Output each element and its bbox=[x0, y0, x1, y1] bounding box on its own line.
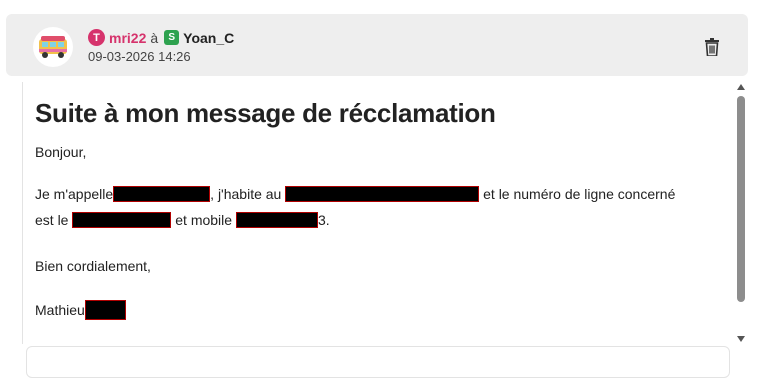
body-line-1: Je m'appelle , j'habite au et le numéro d… bbox=[35, 186, 675, 202]
preposition: à bbox=[150, 29, 159, 46]
recipient-rank-badge: S bbox=[164, 30, 180, 45]
next-message-card bbox=[26, 346, 730, 378]
redacted-address bbox=[285, 186, 480, 202]
van-avatar-icon bbox=[39, 36, 67, 58]
redacted-name bbox=[113, 186, 211, 202]
scrollbar[interactable] bbox=[735, 82, 747, 344]
redacted-surname bbox=[84, 300, 126, 320]
redacted-mobile bbox=[235, 212, 318, 228]
body-text: Je m'appelle bbox=[35, 186, 114, 202]
body-text: et le numéro de ligne concerné bbox=[483, 186, 676, 202]
signature-line: Mathieu bbox=[35, 300, 126, 320]
author-rank-badge: T bbox=[88, 29, 105, 46]
body-line-2: est le et mobile 3. bbox=[35, 212, 330, 228]
scroll-up-arrow-icon[interactable] bbox=[737, 84, 745, 90]
redacted-line-number bbox=[72, 212, 172, 228]
message-meta: T mri22 à S Yoan_C bbox=[88, 29, 234, 46]
body-text: et mobile bbox=[175, 212, 233, 228]
recipient-link[interactable]: Yoan_C bbox=[183, 30, 234, 46]
message-body: Suite à mon message de récclamation Bonj… bbox=[22, 82, 728, 344]
message-title: Suite à mon message de récclamation bbox=[35, 98, 496, 128]
trash-icon bbox=[705, 38, 719, 56]
delete-button[interactable] bbox=[701, 36, 723, 58]
author-link[interactable]: mri22 bbox=[109, 30, 146, 46]
signature: Mathieu bbox=[35, 302, 85, 318]
scroll-thumb[interactable] bbox=[737, 96, 745, 302]
scroll-down-arrow-icon[interactable] bbox=[737, 336, 745, 342]
body-text: , j'habite au bbox=[210, 186, 282, 202]
message-header: T mri22 à S Yoan_C 09-03-2026 14:26 bbox=[6, 14, 748, 76]
avatar[interactable] bbox=[33, 27, 73, 67]
closing: Bien cordialement, bbox=[35, 258, 151, 274]
greeting: Bonjour, bbox=[35, 144, 87, 160]
body-text: est le bbox=[35, 212, 69, 228]
message-timestamp: 09-03-2026 14:26 bbox=[88, 49, 191, 64]
body-text: 3. bbox=[317, 212, 330, 228]
